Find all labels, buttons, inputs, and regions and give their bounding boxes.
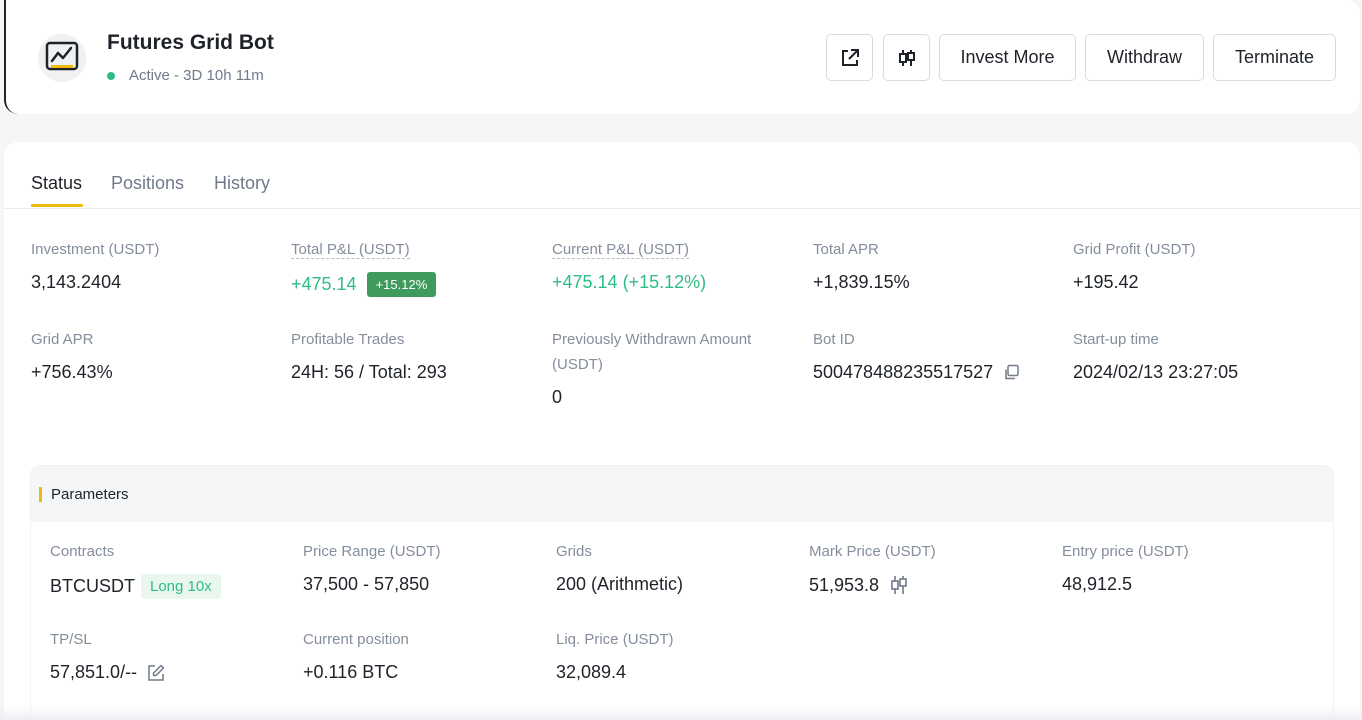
param-current-position: Current position +0.116 BTC [303,631,543,683]
stat-label: Profitable Trades [291,331,405,348]
candlestick-icon [898,49,915,66]
param-label: Grids [556,543,592,560]
stat-value: 24H: 56 / Total: 293 [291,362,447,382]
stat-label: Previously Withdrawn Amount (USDT) [552,331,752,373]
param-value: 37,500 - 57,850 [303,574,430,594]
stat-label[interactable]: Total P&L (USDT) [291,237,531,262]
param-value: 48,912.5 [1062,574,1133,594]
stat-value: +475.14 +15.12% [291,272,531,297]
param-label: Mark Price (USDT) [809,543,936,560]
stat-label[interactable]: Current P&L (USDT) [552,237,792,262]
stat-bot-id: Bot ID 500478488235517527 [813,327,1053,383]
stat-label: Investment (USDT) [31,241,160,258]
stat-value: +195.42 [1073,272,1139,292]
stat-value: +1,839.15% [813,272,910,292]
param-value: 32,089.4 [556,662,627,682]
param-value: +0.116 BTC [303,662,399,682]
param-label: Contracts [50,543,115,560]
stat-label: Grid Profit (USDT) [1073,241,1196,258]
stat-withdrawn-amount: Previously Withdrawn Amount (USDT) 0 [552,327,782,408]
param-label: Entry price (USDT) [1062,543,1189,560]
stat-value: 500478488235517527 [813,362,1053,383]
param-value: BTCUSDT Long 10x [50,574,290,599]
stat-total-pnl: Total P&L (USDT) +475.14 +15.12% [291,237,531,297]
bot-logo [38,34,86,82]
param-label: Current position [303,631,409,648]
stat-profitable-trades: Profitable Trades 24H: 56 / Total: 293 [291,327,531,383]
contract-symbol: BTCUSDT [50,576,135,596]
param-label: TP/SL [50,631,92,648]
param-price-range: Price Range (USDT) 37,500 - 57,850 [303,543,543,595]
stat-value: 2024/02/13 23:27:05 [1073,362,1239,382]
page-title: Futures Grid Bot [107,31,274,54]
stat-label: Bot ID [813,331,855,348]
withdraw-button[interactable]: Withdraw [1085,34,1204,81]
param-value: 57,851.0/-- [50,662,290,683]
pnl-percent-badge: +15.12% [366,272,437,297]
stat-value: +756.43% [31,362,113,382]
parameters-title: Parameters [51,485,129,503]
stat-startup-time: Start-up time 2024/02/13 23:27:05 [1073,327,1313,383]
stat-grid-apr: Grid APR +756.43% [31,327,271,383]
param-value: 51,953.8 [809,574,1049,596]
bot-header: Futures Grid Bot Active - 3D 10h 11m Inv… [4,0,1360,114]
stat-grid-profit: Grid Profit (USDT) +195.42 [1073,237,1313,293]
stat-label: Grid APR [31,331,94,348]
parameters-panel: Parameters Contracts BTCUSDT Long 10x Pr… [30,465,1334,720]
param-value: 200 (Arithmetic) [556,574,684,594]
bot-status: Active - 3D 10h 11m [107,67,264,84]
chart-button[interactable] [883,34,930,81]
param-mark-price: Mark Price (USDT) 51,953.8 [809,543,1049,596]
bot-details-card: Status Positions History Investment (USD… [4,142,1360,720]
leverage-badge: Long 10x [141,574,221,599]
stat-value: 0 [552,387,563,407]
chart-line-icon [45,41,79,71]
param-label: Price Range (USDT) [303,543,441,560]
stat-investment: Investment (USDT) 3,143.2404 [31,237,271,293]
stat-value: 3,143.2404 [31,272,122,292]
bottom-fade [0,706,1362,720]
param-grids: Grids 200 (Arithmetic) [556,543,796,595]
status-text: Active - 3D 10h 11m [129,67,264,84]
terminate-button[interactable]: Terminate [1213,34,1336,81]
tp-sl-value: 57,851.0/-- [50,662,138,682]
stat-current-pnl: Current P&L (USDT) +475.14 (+15.12%) [552,237,792,293]
status-dot [107,71,115,80]
accent-bar [39,486,42,502]
param-contracts: Contracts BTCUSDT Long 10x [50,543,290,599]
active-tab-indicator [31,204,83,207]
param-liq-price: Liq. Price (USDT) 32,089.4 [556,631,796,683]
tab-status[interactable]: Status [31,173,82,194]
param-tp-sl: TP/SL 57,851.0/-- [50,631,290,683]
tab-bar: Status Positions History [4,142,1360,209]
candlestick-icon[interactable] [889,574,909,596]
stat-label-text: Current P&L (USDT) [552,241,689,259]
invest-more-button[interactable]: Invest More [939,34,1076,81]
param-entry-price: Entry price (USDT) 48,912.5 [1062,543,1302,595]
mark-price-value: 51,953.8 [809,574,880,595]
stat-label-text: Total P&L (USDT) [291,241,410,259]
stat-label: Total APR [813,241,879,258]
edit-icon[interactable] [147,664,165,682]
stat-total-apr: Total APR +1,839.15% [813,237,1053,293]
copy-icon[interactable] [1003,364,1020,381]
tab-positions[interactable]: Positions [111,173,184,194]
parameters-header: Parameters [31,466,1333,522]
share-button[interactable] [826,34,873,81]
stat-label: Start-up time [1073,331,1159,348]
total-pnl-value: +475.14 [291,274,357,294]
share-icon [841,48,859,66]
stat-value: +475.14 (+15.12%) [552,272,707,292]
param-label: Liq. Price (USDT) [556,631,674,648]
bot-id-value: 500478488235517527 [813,362,994,382]
tab-history[interactable]: History [214,173,270,194]
